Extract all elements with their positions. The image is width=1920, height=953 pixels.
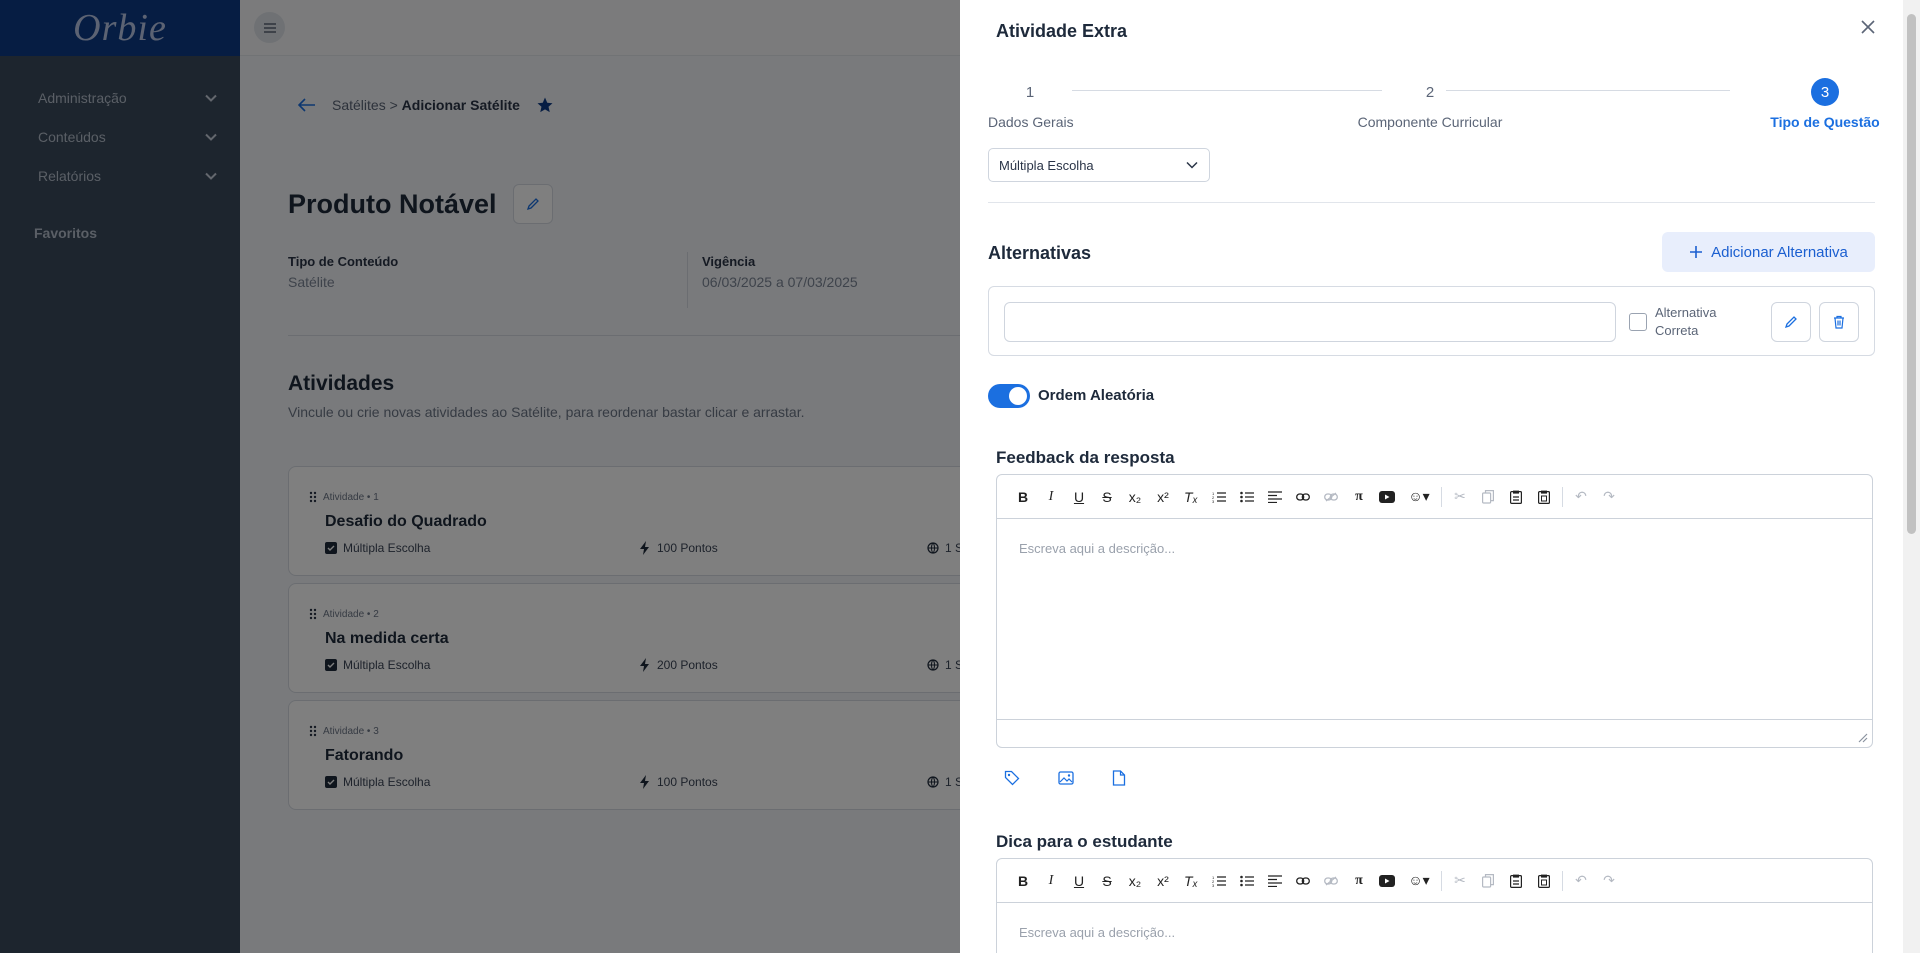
edit-alternative-button[interactable] — [1771, 302, 1811, 342]
align-icon[interactable] — [1261, 483, 1289, 511]
alternative-row: Alternativa Correta — [988, 286, 1875, 356]
underline-icon[interactable]: U — [1065, 483, 1093, 511]
step-number: 1 — [1025, 83, 1035, 101]
unlink-icon[interactable] — [1317, 483, 1345, 511]
feedback-label: Feedback da resposta — [996, 448, 1175, 467]
feedback-editor[interactable]: B I U S x₂ x² Tₓ 123 π ☺▾ ✂ ↶ ↷ Escreva … — [996, 474, 1873, 748]
underline-icon[interactable]: U — [1065, 867, 1093, 895]
superscript-icon[interactable]: x² — [1149, 483, 1177, 511]
copy-icon[interactable] — [1474, 483, 1502, 511]
italic-icon[interactable]: I — [1037, 483, 1065, 511]
toolbar-separator — [1441, 486, 1442, 507]
unlink-icon[interactable] — [1317, 867, 1345, 895]
question-type-value: Múltipla Escolha — [999, 157, 1094, 173]
svg-text:3: 3 — [1212, 883, 1215, 887]
clear-format-icon[interactable]: Tₓ — [1177, 867, 1205, 895]
paste-text-icon[interactable] — [1530, 867, 1558, 895]
correct-alternative-label: Alternativa Correta — [1655, 305, 1717, 338]
tag-icon[interactable] — [1004, 770, 1020, 786]
subscript-icon[interactable]: x₂ — [1121, 867, 1149, 895]
step-componente-curricular[interactable]: 2 Componente Curricular — [1345, 78, 1515, 131]
editor-placeholder: Escreva aqui a descrição... — [1019, 925, 1176, 940]
random-order-toggle[interactable] — [988, 384, 1030, 408]
question-type-select[interactable]: Múltipla Escolha — [988, 148, 1210, 182]
cut-icon[interactable]: ✂ — [1446, 867, 1474, 895]
redo-icon[interactable]: ↷ — [1595, 867, 1623, 895]
extra-activity-drawer: Atividade Extra 1 Dados Gerais 2 Compone… — [960, 0, 1920, 953]
bullet-list-icon[interactable] — [1233, 867, 1261, 895]
alternative-text-input[interactable] — [1004, 302, 1616, 342]
attachment-actions — [1004, 770, 1126, 786]
clear-format-icon[interactable]: Tₓ — [1177, 483, 1205, 511]
math-icon[interactable]: π — [1345, 867, 1373, 895]
emoji-icon[interactable]: ☺▾ — [1401, 483, 1437, 511]
paste-text-icon[interactable] — [1530, 483, 1558, 511]
alternatives-title: Alternativas — [988, 243, 1092, 263]
random-order-label: Ordem Aleatória — [1038, 387, 1155, 404]
drawer-title: Atividade Extra — [996, 21, 1128, 41]
bold-icon[interactable]: B — [1009, 867, 1037, 895]
file-icon[interactable] — [1112, 770, 1126, 786]
add-alternative-label: Adicionar Alternativa — [1711, 243, 1848, 261]
bullet-list-icon[interactable] — [1233, 483, 1261, 511]
pencil-icon — [1784, 316, 1797, 329]
undo-icon[interactable]: ↶ — [1567, 483, 1595, 511]
step-dados-gerais[interactable]: 1 Dados Gerais — [988, 78, 1074, 131]
delete-alternative-button[interactable] — [1819, 302, 1859, 342]
video-icon[interactable] — [1373, 867, 1401, 895]
align-icon[interactable] — [1261, 867, 1289, 895]
chevron-down-icon — [1186, 161, 1198, 169]
step-number: 2 — [1425, 83, 1435, 101]
step-label: Tipo de Questão — [1770, 114, 1880, 130]
toolbar-separator — [1441, 870, 1442, 891]
paste-icon[interactable] — [1502, 867, 1530, 895]
italic-icon[interactable]: I — [1037, 867, 1065, 895]
editor-placeholder: Escreva aqui a descrição... — [1019, 541, 1176, 556]
video-icon[interactable] — [1373, 483, 1401, 511]
math-icon[interactable]: π — [1345, 483, 1373, 511]
paste-icon[interactable] — [1502, 483, 1530, 511]
close-icon[interactable] — [1858, 17, 1878, 37]
step-label: Dados Gerais — [988, 114, 1074, 130]
undo-icon[interactable]: ↶ — [1567, 867, 1595, 895]
svg-text:3: 3 — [1212, 499, 1215, 503]
toggle-knob — [1009, 387, 1027, 405]
subscript-icon[interactable]: x₂ — [1121, 483, 1149, 511]
bold-icon[interactable]: B — [1009, 483, 1037, 511]
image-icon[interactable] — [1058, 770, 1074, 786]
hint-editor[interactable]: B I U S x₂ x² Tₓ 123 π ☺▾ ✂ ↶ ↷ Escreva … — [996, 858, 1873, 953]
stepper-line — [1072, 90, 1382, 91]
numbered-list-icon[interactable]: 123 — [1205, 483, 1233, 511]
modal-backdrop[interactable] — [0, 0, 960, 953]
drawer-scrollbar[interactable] — [1903, 0, 1920, 953]
redo-icon[interactable]: ↷ — [1595, 483, 1623, 511]
step-tipo-questao[interactable]: 3 Tipo de Questão — [1766, 78, 1884, 130]
superscript-icon[interactable]: x² — [1149, 867, 1177, 895]
editor-toolbar: B I U S x₂ x² Tₓ 123 π ☺▾ ✂ ↶ ↷ — [997, 475, 1872, 519]
hint-label: Dica para o estudante — [996, 832, 1173, 851]
editor-status-bar — [997, 719, 1872, 747]
correct-alternative-checkbox[interactable] — [1629, 313, 1647, 331]
step-number: 3 — [1811, 78, 1839, 106]
add-alternative-button[interactable]: Adicionar Alternativa — [1662, 232, 1875, 272]
toolbar-separator — [1562, 870, 1563, 891]
link-icon[interactable] — [1289, 867, 1317, 895]
strikethrough-icon[interactable]: S — [1093, 867, 1121, 895]
trash-icon — [1834, 315, 1844, 329]
resize-handle-icon[interactable] — [1858, 733, 1868, 743]
link-icon[interactable] — [1289, 483, 1317, 511]
editor-toolbar: B I U S x₂ x² Tₓ 123 π ☺▾ ✂ ↶ ↷ — [997, 859, 1872, 903]
cut-icon[interactable]: ✂ — [1446, 483, 1474, 511]
plus-icon — [1690, 246, 1703, 258]
emoji-icon[interactable]: ☺▾ — [1401, 867, 1437, 895]
copy-icon[interactable] — [1474, 867, 1502, 895]
scrollbar-thumb[interactable] — [1907, 14, 1916, 534]
step-label: Componente Curricular — [1357, 114, 1503, 130]
numbered-list-icon[interactable]: 123 — [1205, 867, 1233, 895]
toolbar-separator — [1562, 486, 1563, 507]
section-divider — [988, 202, 1875, 203]
strikethrough-icon[interactable]: S — [1093, 483, 1121, 511]
